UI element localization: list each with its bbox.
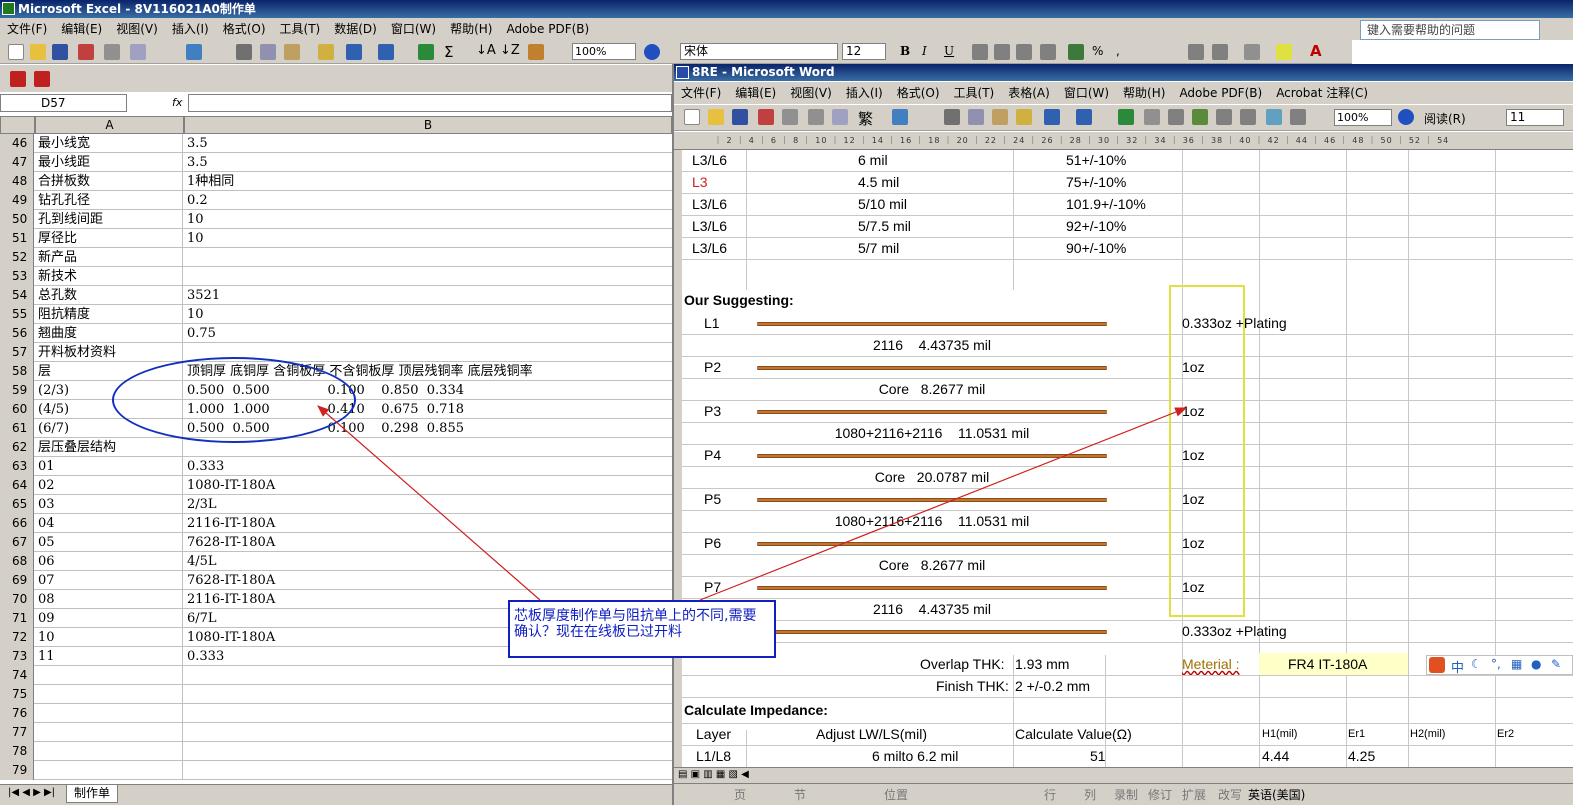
annotation-arrows (317, 405, 1188, 601)
arrow-to-excel (317, 405, 541, 601)
arrow-to-word (699, 407, 1188, 601)
desktop: Microsoft Excel - 8V116021A0制作单 文件(F) 编辑(… (0, 0, 1573, 805)
annotation-callout: 芯板厚度制作单与阻抗单上的不同,需要确认？现在在线板已过开料 (508, 600, 776, 658)
